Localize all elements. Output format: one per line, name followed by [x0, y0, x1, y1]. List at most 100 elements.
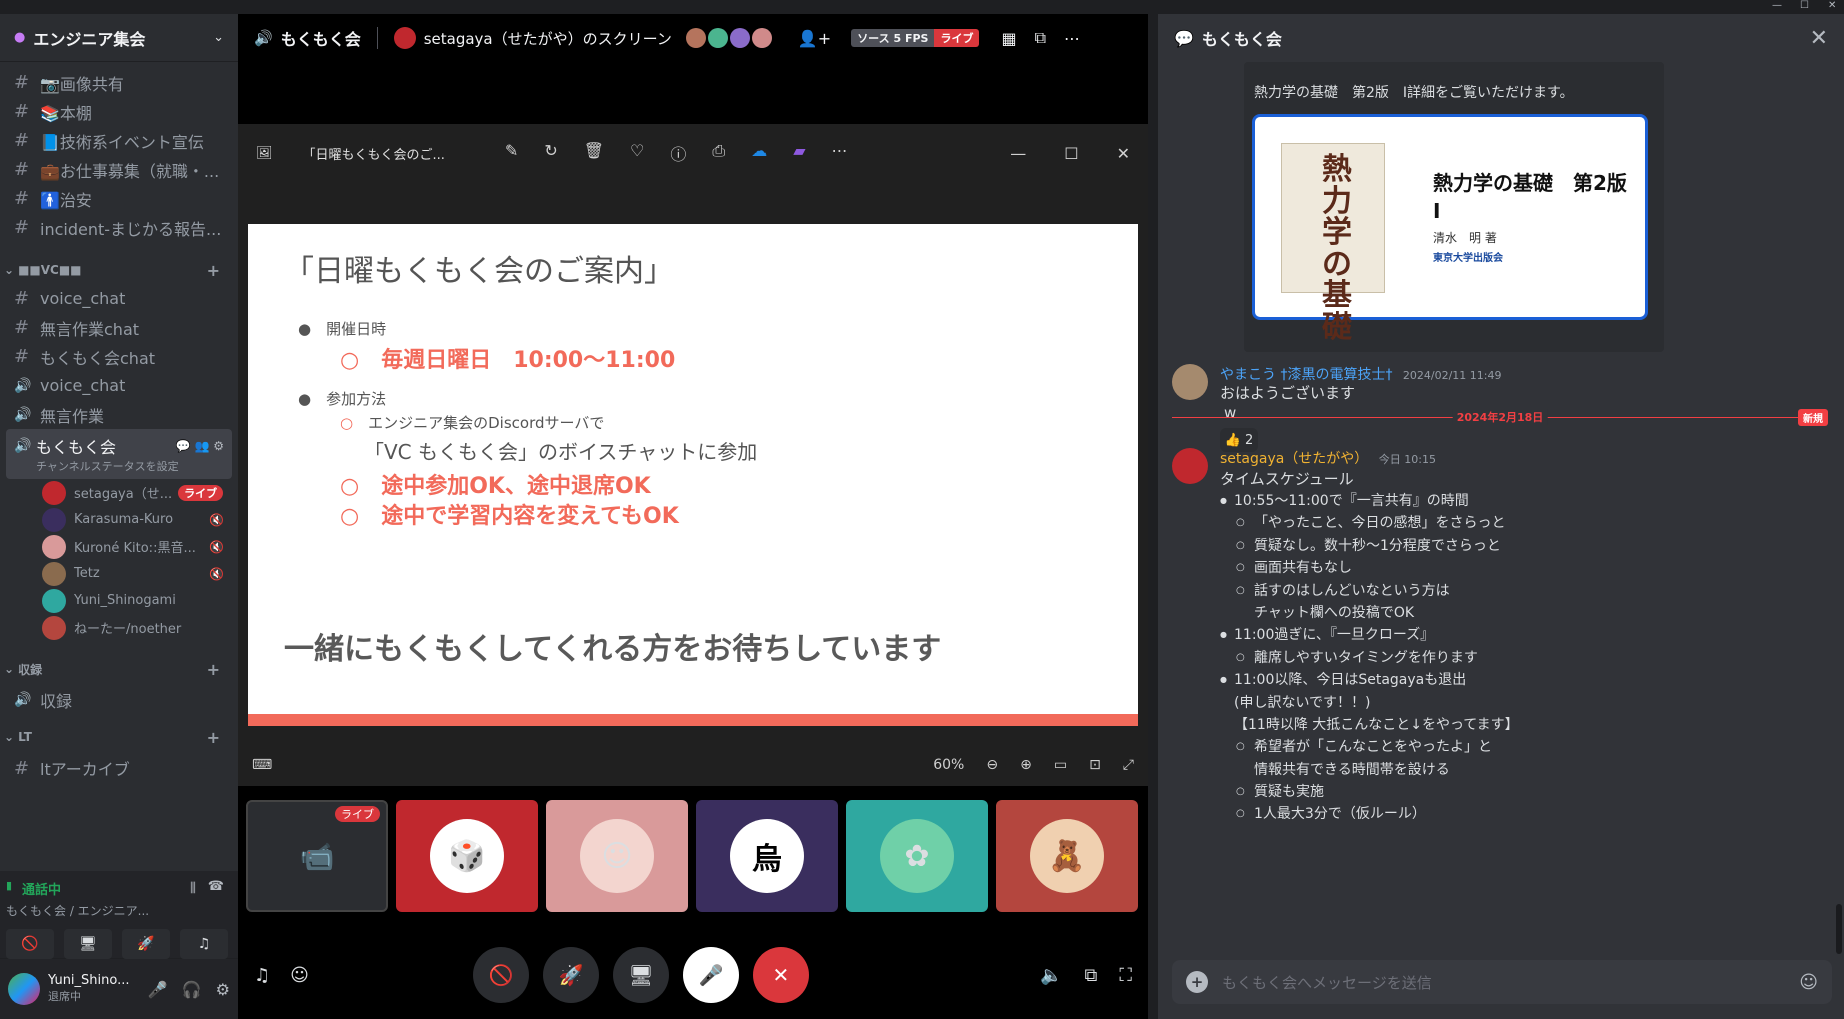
more-icon[interactable]: ⋯: [832, 141, 848, 165]
soundboard-icon[interactable]: ♫: [254, 965, 270, 986]
grid-icon[interactable]: ▦: [1001, 29, 1016, 48]
camera-off-button[interactable]: 🚫: [6, 929, 54, 959]
voice-user[interactable]: ねーたー/noether: [0, 614, 238, 641]
message-author[interactable]: setagaya（せたがや）: [1220, 451, 1368, 467]
message-input[interactable]: + もくもく会へメッセージを送信 ☺: [1172, 960, 1832, 1004]
add-channel-icon[interactable]: +: [207, 728, 220, 747]
actual-size-icon[interactable]: ⊡: [1089, 757, 1101, 773]
tile-karasuma[interactable]: 烏: [696, 800, 838, 912]
zoom-in-icon[interactable]: ⊕: [1020, 757, 1032, 773]
add-user-icon[interactable]: 👤+: [798, 29, 831, 48]
maximize-icon[interactable]: ☐: [1800, 0, 1809, 11]
disconnect-icon[interactable]: ☎: [208, 879, 224, 894]
add-channel-icon[interactable]: +: [207, 660, 220, 679]
stop-stream-button[interactable]: ✕: [752, 947, 809, 1003]
voice-user[interactable]: Yuni_Shinogami: [0, 587, 238, 614]
message-author[interactable]: やまこう †漆黒の電算技士†: [1220, 367, 1392, 383]
heart-icon[interactable]: ♡: [630, 141, 644, 165]
fullscreen-icon[interactable]: ⛶: [1119, 965, 1132, 986]
microphone-icon[interactable]: 🎤: [148, 980, 168, 999]
embed-card[interactable]: 熱力学の基礎 熱力学の基礎 第2版 I 清水 明 著 東京大学出版会: [1252, 114, 1648, 343]
shared-screen[interactable]: 🖼 「日曜もくもく会のご... ✎ ↻ 🗑 ♡ ⓘ ⎙ ☁ ▰ ⋯ — ☐ ✕: [238, 124, 1148, 744]
server-header[interactable]: ● エンジニア集会 ⌄: [0, 14, 238, 62]
clipchamp-icon[interactable]: ▰: [793, 141, 805, 165]
rotate-icon[interactable]: ↻: [544, 141, 557, 165]
sidebar-item-channel[interactable]: # 🚹治安: [0, 184, 238, 213]
trash-icon[interactable]: 🗑: [584, 141, 604, 165]
sidebar-item-channel[interactable]: 🔊 voice_chat: [0, 371, 238, 400]
activity-button[interactable]: 🚀: [542, 947, 599, 1003]
channel-action-icons[interactable]: 💬 👥 ⚙: [176, 439, 224, 453]
minimize-icon[interactable]: —: [1010, 144, 1026, 163]
emoji-icon[interactable]: ☺: [1799, 972, 1818, 993]
voice-user[interactable]: Tetz 🔇: [0, 560, 238, 587]
popout-icon[interactable]: ⧉: [1035, 28, 1046, 48]
stage-channel-name: もくもく会: [280, 30, 361, 49]
sidebar-item-mokumoku-voice[interactable]: 🔊 もくもく会 💬 👥 ⚙ チャンネルステータスを設定: [6, 429, 232, 479]
popout-icon[interactable]: ⧉: [1085, 965, 1098, 986]
emoji-icon[interactable]: ☺: [290, 965, 309, 986]
soundboard-button[interactable]: ♫: [180, 929, 228, 959]
avatar: ☺: [580, 819, 654, 893]
zoom-out-icon[interactable]: ⊖: [986, 757, 998, 773]
avatar[interactable]: [8, 973, 40, 1005]
chevron-down-icon[interactable]: ⌄: [213, 30, 224, 45]
sidebar-item-channel[interactable]: # voice_chat: [0, 284, 238, 313]
cloud-icon[interactable]: ☁: [751, 141, 767, 165]
sidebar-item-channel[interactable]: # incident-まじかる報告...: [0, 213, 238, 242]
image-icon[interactable]: 🖼: [256, 146, 273, 161]
tile-yuni[interactable]: ✿: [846, 800, 988, 912]
viewer-avatars[interactable]: [685, 28, 772, 48]
sidebar-item-channel[interactable]: # 💼お仕事募集（就職・...: [0, 155, 238, 184]
close-icon[interactable]: ✕: [1810, 26, 1828, 51]
schedule-item: 11:00過ぎに、『一旦クローズ』: [1220, 624, 1519, 646]
channel-status[interactable]: チャンネルステータスを設定: [36, 458, 179, 474]
live-badge: ライブ: [934, 29, 980, 47]
voice-user[interactable]: setagaya（せ... ライブ: [0, 479, 238, 506]
noise-suppression-icon[interactable]: ⫼: [190, 881, 196, 896]
minimize-icon[interactable]: —: [1772, 0, 1782, 11]
message-title: タイムスケジュール: [1220, 470, 1354, 488]
edit-icon[interactable]: ✎: [505, 141, 518, 165]
close-window-icon[interactable]: ✕: [1828, 0, 1836, 11]
headphones-icon[interactable]: 🎧: [182, 980, 202, 999]
voice-user[interactable]: Kuroné Kito::黒音... 🔇: [0, 533, 238, 560]
close-icon[interactable]: ✕: [1117, 144, 1130, 163]
scrollbar[interactable]: [1836, 904, 1842, 954]
info-icon[interactable]: ⓘ: [670, 141, 686, 165]
sidebar-item-channel[interactable]: # もくもく会chat: [0, 342, 238, 371]
category-vc[interactable]: ⌄ ■■vc■■ +: [0, 256, 238, 284]
more-icon[interactable]: ⋯: [1064, 29, 1080, 48]
add-attachment-icon[interactable]: +: [1186, 971, 1208, 993]
screen-share-button[interactable]: 🖥: [612, 947, 669, 1003]
activity-button[interactable]: 🚀: [122, 929, 170, 959]
sidebar-item-channel[interactable]: # 無言作業chat: [0, 313, 238, 342]
screen-share-button[interactable]: 🖥: [64, 929, 112, 959]
category-archive[interactable]: ⌄ 収録 +: [0, 655, 238, 683]
tile-setagaya[interactable]: 🎲: [396, 800, 538, 912]
expand-icon[interactable]: ⤢: [1123, 757, 1134, 773]
sidebar-item-channel[interactable]: # 📚本棚: [0, 97, 238, 126]
maximize-icon[interactable]: ☐: [1064, 144, 1078, 163]
tile-stream[interactable]: ライブ 📹: [246, 800, 388, 912]
sidebar-item-archive[interactable]: 🔊 収録: [0, 683, 238, 717]
tile-kurone[interactable]: ☺: [546, 800, 688, 912]
camera-off-button[interactable]: 🚫: [472, 947, 529, 1003]
microphone-button[interactable]: 🎤: [682, 947, 739, 1003]
sidebar-item-channel[interactable]: 🔊 無言作業: [0, 400, 238, 429]
voice-user[interactable]: Karasuma-Kuro 🔇: [0, 506, 238, 533]
add-channel-icon[interactable]: +: [207, 261, 220, 280]
sidebar-item-channel[interactable]: # 📘技術系イベント宣伝: [0, 126, 238, 155]
print-icon[interactable]: ⎙: [712, 141, 725, 165]
sidebar-item-channel[interactable]: # 📷画像共有: [0, 68, 238, 97]
avatar[interactable]: [1172, 448, 1208, 484]
category-lt[interactable]: ⌄ LT +: [0, 723, 238, 751]
sidebar-item-lt-archive[interactable]: # ltアーカイブ: [0, 751, 238, 785]
volume-icon[interactable]: 🔈: [1040, 965, 1062, 986]
keyboard-icon[interactable]: ⌨: [252, 757, 272, 773]
avatar[interactable]: [1172, 364, 1208, 400]
tile-noether[interactable]: 🧸: [996, 800, 1138, 912]
voice-location[interactable]: もくもく会 / エンジニア...: [0, 902, 238, 919]
fit-page-icon[interactable]: ▭: [1054, 757, 1067, 773]
gear-icon[interactable]: ⚙: [216, 980, 230, 999]
